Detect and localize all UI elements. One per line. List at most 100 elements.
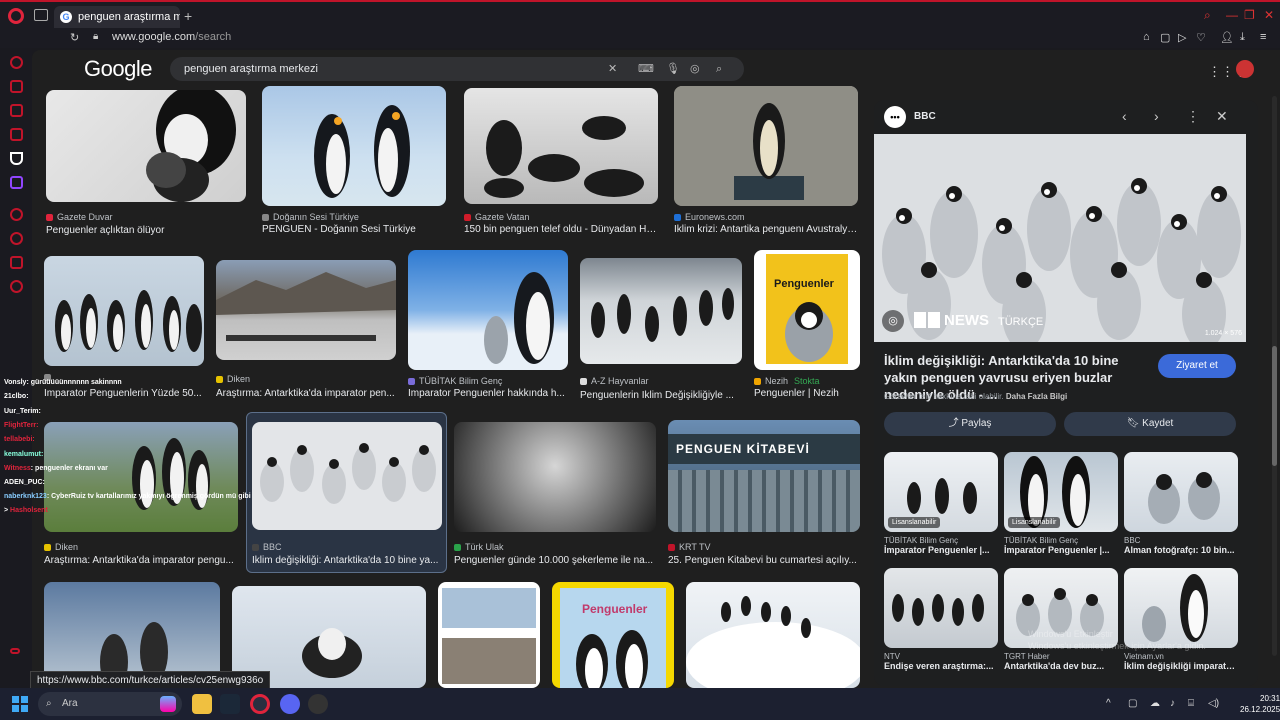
visit-button[interactable]: Ziyaret et [1158,354,1236,378]
result-image[interactable] [216,260,396,360]
menu-icon[interactable]: ≡ [1260,31,1266,43]
result-image[interactable]: Penguenler [754,250,860,370]
result-title[interactable]: PENGUEN - Doğanın Sesi Türkiye [262,224,446,235]
opera-taskbar-icon[interactable] [250,694,270,714]
share-icon[interactable]: ⌂ [1143,31,1150,43]
result-image[interactable]: PENGUEN KİTABEVİ [668,420,860,532]
lens-icon[interactable]: ◎ [882,310,904,332]
panel-source[interactable]: BBC [914,111,936,122]
related-result[interactable]: Lisanslanabilir TÜBİTAK Bilim Genç İmpar… [884,452,998,555]
maximize-icon[interactable]: ❐ [1244,8,1255,22]
result-image[interactable] [464,88,658,204]
snapshot-icon[interactable]: ▢ [1160,31,1170,44]
image-result[interactable]: PENGUEN KİTABEVİ KRT TV 25. Penguen Kita… [668,420,860,570]
result-image[interactable]: Penguenler [552,582,674,688]
image-result[interactable]: Gazete Duvar Penguenler açlıktan ölüyor [46,90,246,240]
image-result[interactable] [686,582,860,688]
aria-icon[interactable] [10,56,23,69]
instagram-icon[interactable] [10,128,23,141]
search-input[interactable]: penguen araştırma merkezi ✕ ⌨ 🎙︎ ◎ ⌕ [170,57,744,81]
extensions-icon[interactable] [10,256,23,269]
history-icon[interactable] [10,232,23,245]
messenger-icon[interactable] [10,80,23,93]
result-image[interactable] [44,256,204,366]
result-image[interactable] [262,86,446,206]
clear-search-icon[interactable]: ✕ [608,57,617,81]
image-result[interactable]: Diken Araştırma: Antarktika'da imparator… [216,260,396,404]
clock[interactable]: 20:31 26.12.2025 [1240,693,1280,715]
tiktok-icon[interactable] [10,152,23,165]
share-button[interactable]: ⤴ Paylaş [884,412,1056,436]
image-result[interactable]: Euronews.com İklim krizi: Antartika peng… [674,86,858,240]
search-icon[interactable]: ⌕ [716,57,722,81]
previous-icon[interactable]: ‹ [1122,108,1127,124]
microphone-icon[interactable]: 🎙︎ [666,57,680,81]
image-result[interactable]: TÜBİTAK Bilim Genç İmparator Penguenler … [408,250,568,404]
twitch-icon[interactable] [10,176,23,189]
result-title[interactable]: Araştırma: Antarktika'da imparator pengu… [44,555,238,566]
tab-switcher-icon[interactable] [34,9,48,21]
result-title[interactable]: İmparator Penguenlerin Yüzde 50... [44,388,204,399]
more-options-icon[interactable]: ⋮ [1186,108,1200,125]
image-result[interactable]: Penguenler [552,582,674,688]
result-title[interactable]: Penguenler açlıktan ölüyor [46,225,246,236]
result-image[interactable] [252,422,442,530]
whatsapp-icon[interactable] [10,104,23,117]
result-title[interactable]: İklim krizi: Antartika penguenı Avustral… [674,224,858,235]
file-explorer-icon[interactable] [192,694,212,714]
image-result[interactable]: Doğanın Sesi Türkiye PENGUEN - Doğanın S… [262,86,446,240]
url-field[interactable]: www.google.com/search [112,31,231,43]
related-result[interactable]: Vietnam.vn İklim değişikliği imparator..… [1124,568,1238,671]
tray-mic-icon[interactable]: ♪ [1170,698,1175,709]
result-image[interactable] [44,422,238,532]
google-logo[interactable]: Google [84,56,152,82]
result-title[interactable]: İmparator Penguenler hakkında h... [408,388,568,399]
result-image[interactable] [408,250,568,370]
result-title[interactable]: Penguenlerin İklim Değişikliğiyle ... [580,390,742,401]
result-image[interactable] [438,582,540,688]
result-image[interactable] [580,258,742,364]
settings-icon[interactable] [10,280,23,293]
profile-icon[interactable]: 👤︎ [1220,31,1234,44]
opera-logo-icon[interactable] [8,8,24,24]
result-title[interactable]: İklim değişikliği: Antarktika'da 10 bine… [252,555,442,566]
widget-icon[interactable] [160,696,176,712]
keyboard-icon[interactable]: ⌨ [638,57,654,81]
new-tab-icon[interactable]: + [184,8,192,24]
steam-icon[interactable] [220,694,240,714]
image-result[interactable]: A-Z Hayvanlar Penguenlerin İklim Değişik… [580,258,742,404]
result-image[interactable] [46,90,246,202]
close-panel-icon[interactable]: ✕ [1216,108,1228,125]
minimize-icon[interactable]: — [1226,8,1238,22]
lens-icon[interactable]: ◎ [690,57,700,81]
image-result[interactable]: Türk Ulak Penguenler günde 10.000 şekerl… [454,422,656,570]
image-result[interactable] [438,582,540,688]
image-result-selected[interactable]: BBC İklim değişikliği: Antarktika'da 10 … [252,422,442,570]
tray-expand-icon[interactable]: ^ [1106,698,1111,709]
result-image[interactable] [454,422,656,532]
browser-tab[interactable]: G penguen araştırma merkez × [54,6,180,28]
result-image[interactable] [674,86,858,206]
image-result[interactable]: Gazete Vatan 150 bin penguen telef oldu … [464,88,658,240]
related-image[interactable]: Lisanslanabilir [884,452,998,532]
related-result[interactable]: TGRT Haber Antarktika'da dev buz... [1004,568,1118,671]
related-result[interactable]: BBC Alman fotoğrafçı: 10 bin... [1124,452,1238,555]
discord-icon[interactable] [280,694,300,714]
reload-icon[interactable]: ↻ [70,31,79,44]
result-title[interactable]: Penguenler | Nezih [754,388,860,399]
account-avatar[interactable] [1236,60,1254,78]
app-icon[interactable] [308,694,328,714]
download-icon[interactable]: ⤓ [1240,31,1245,44]
volume-icon[interactable]: ◁) [1208,698,1219,709]
tray-cloud-icon[interactable]: ☁︎ [1150,698,1160,709]
player-icon[interactable]: ♡ [1196,31,1206,44]
related-image[interactable] [884,568,998,648]
result-title[interactable]: 25. Penguen Kitabevi bu cumartesi açılıy… [668,555,860,566]
next-icon[interactable]: › [1154,108,1159,124]
windows-start-icon[interactable] [12,696,28,712]
related-image[interactable] [1124,452,1238,532]
more-icon[interactable] [10,648,20,654]
network-icon[interactable]: ⌸ [1188,698,1194,709]
player-sidebar-icon[interactable] [10,208,23,221]
learn-more-link[interactable]: Daha Fazla Bilgi [1006,392,1067,401]
